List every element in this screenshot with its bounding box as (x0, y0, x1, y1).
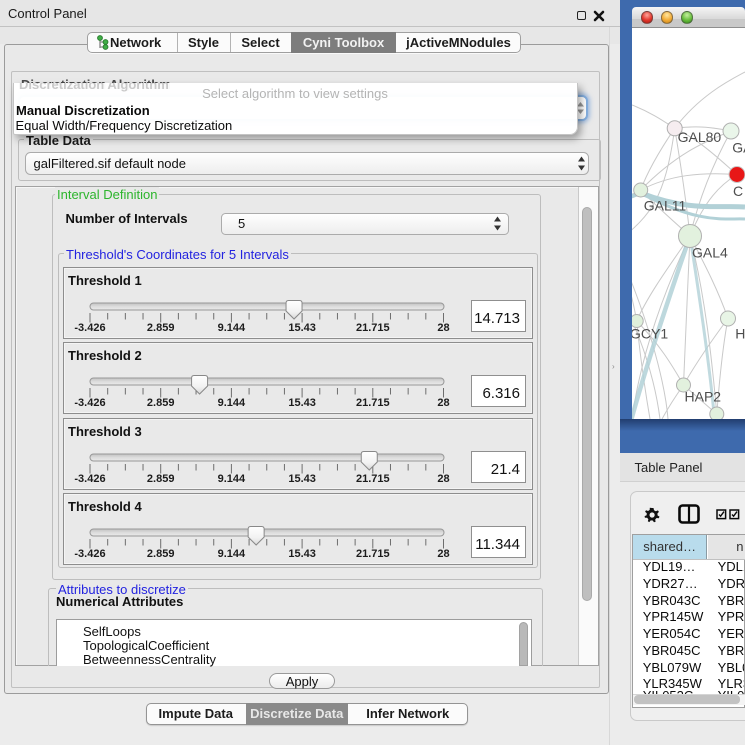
svg-text:HAP2: HAP2 (685, 389, 722, 405)
svg-text:GAL80: GAL80 (678, 129, 722, 145)
svg-text:GA: GA (732, 140, 745, 156)
svg-text:GCY1: GCY1 (632, 326, 668, 342)
svg-text:C: C (733, 183, 743, 199)
svg-text:GAL4: GAL4 (692, 245, 728, 261)
svg-text:H: H (735, 326, 745, 342)
svg-text:GAL11: GAL11 (644, 198, 687, 214)
